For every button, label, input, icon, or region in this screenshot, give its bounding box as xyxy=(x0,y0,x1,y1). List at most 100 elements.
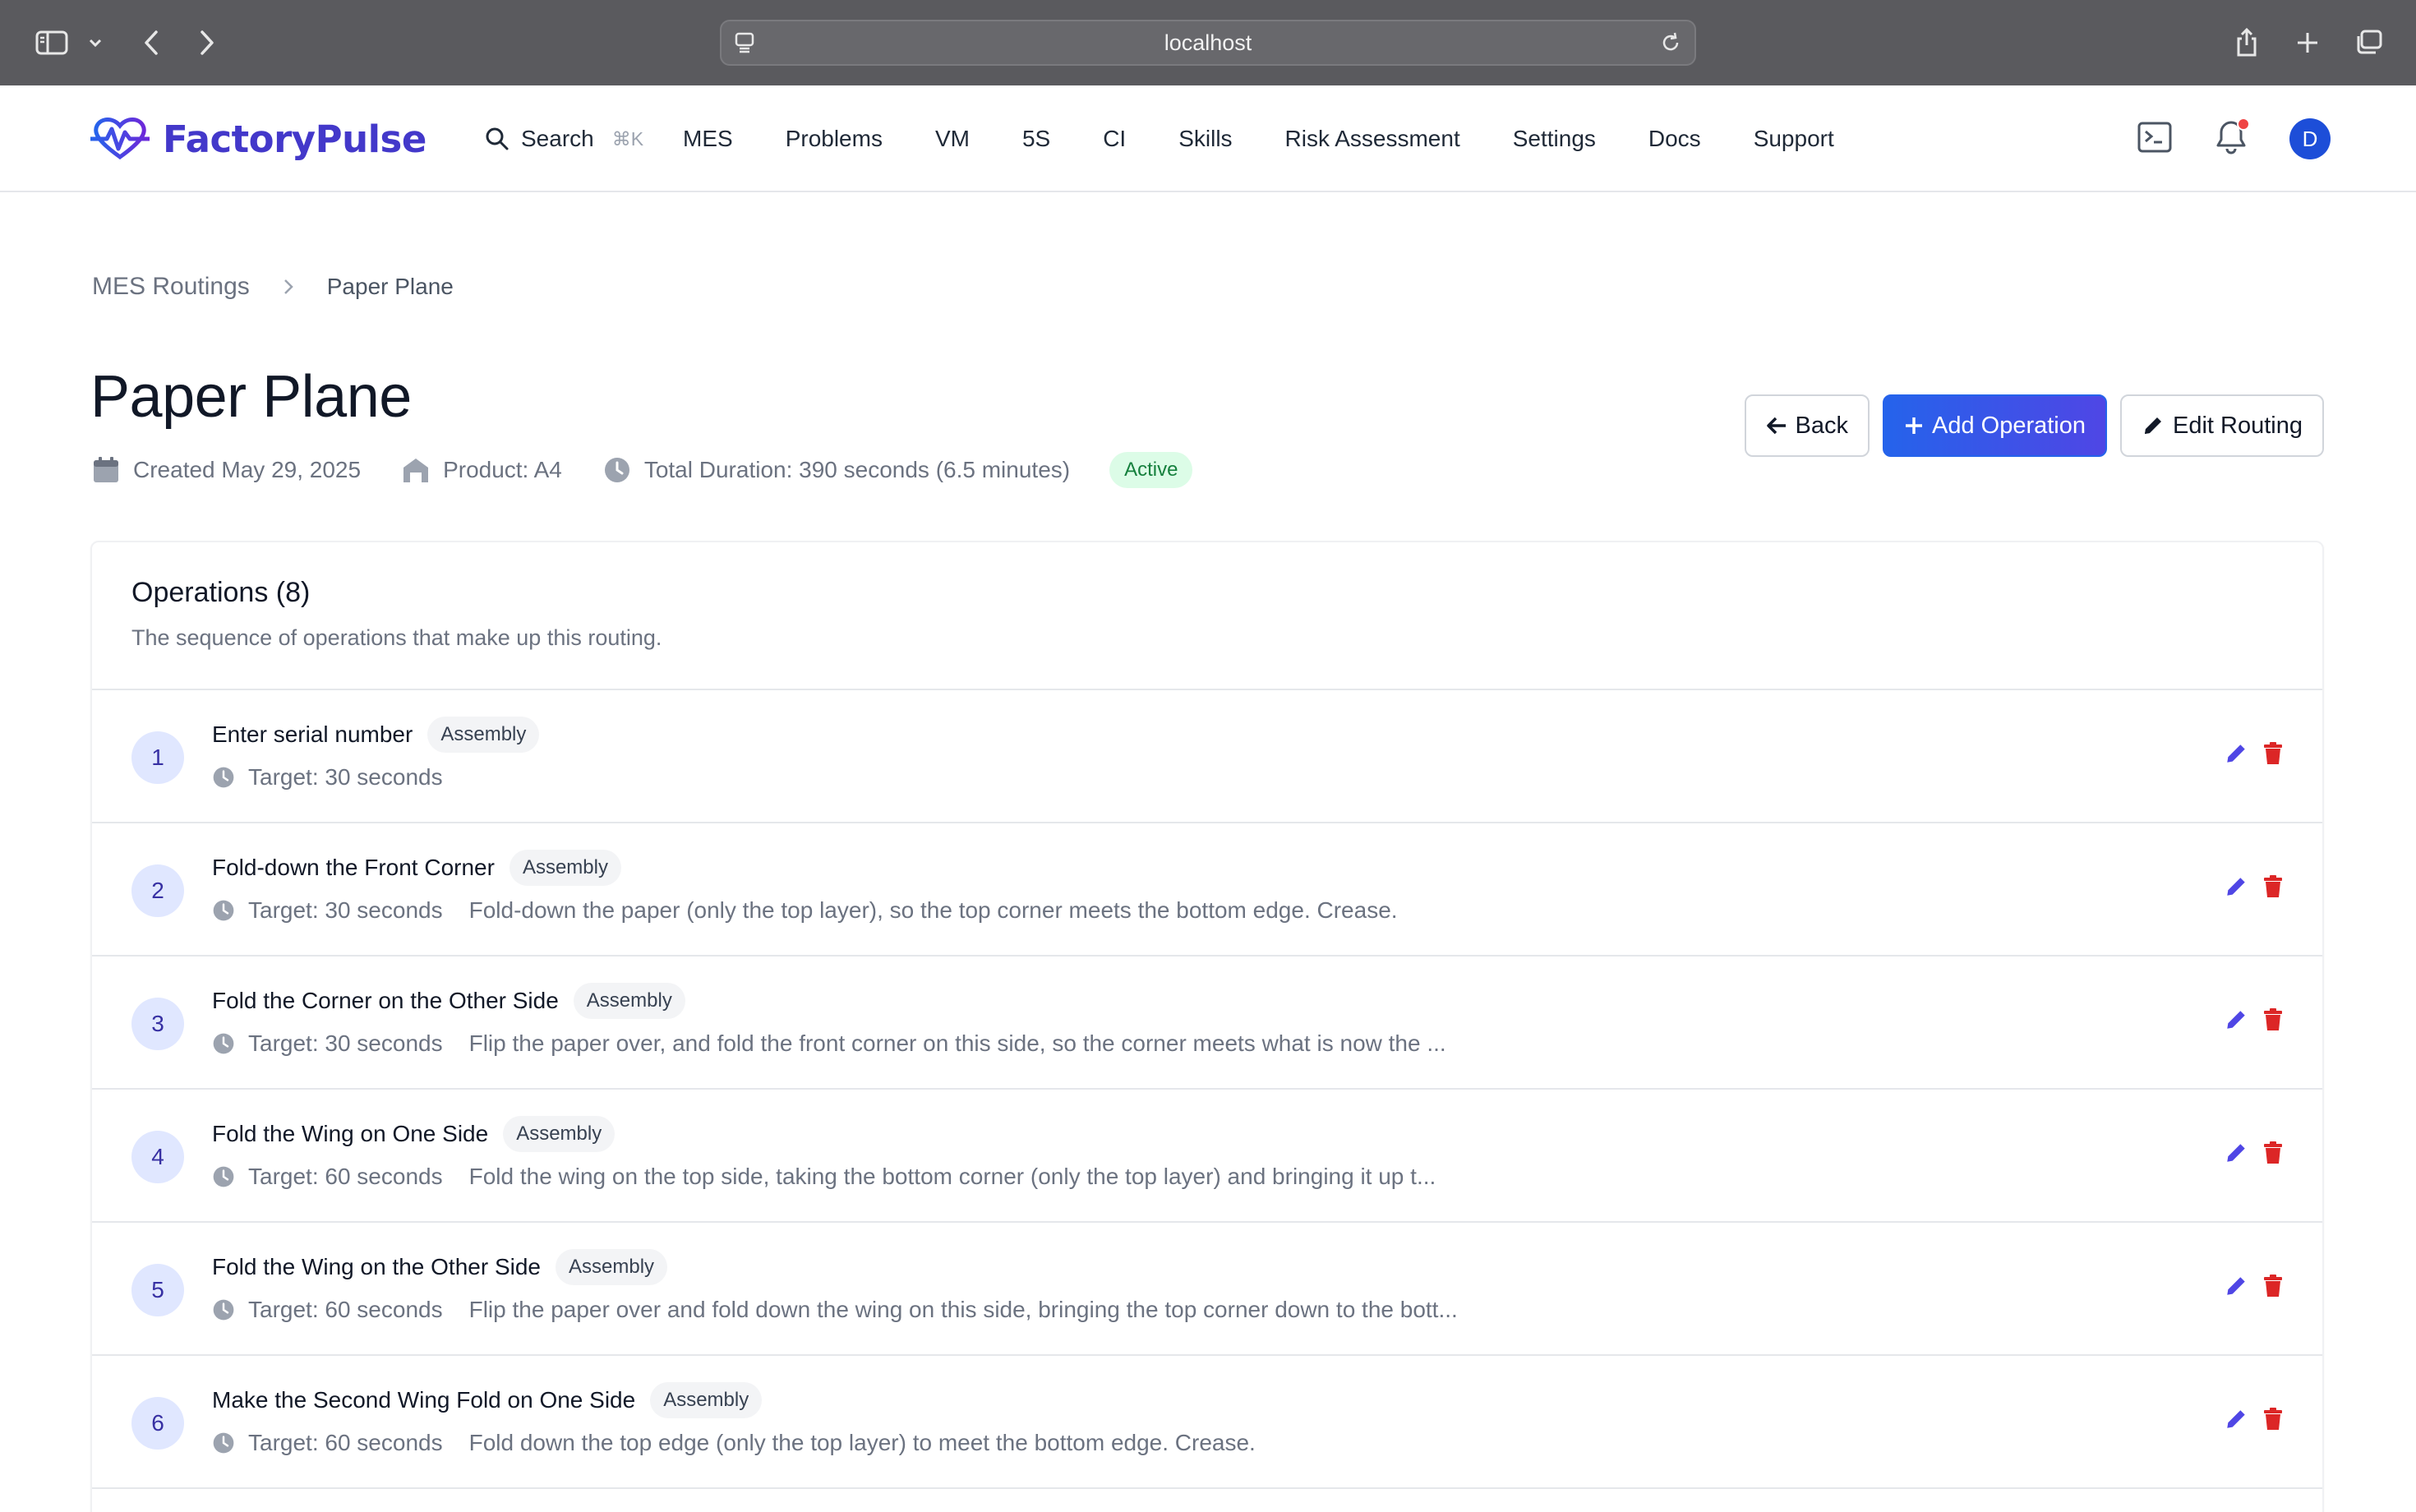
edit-operation-pencil-icon[interactable] xyxy=(2224,741,2248,770)
operation-type-badge: Assembly xyxy=(650,1382,763,1418)
calendar-icon xyxy=(94,457,118,482)
operation-row[interactable]: 3 Fold the Corner on the Other Side Asse… xyxy=(92,957,2322,1090)
operation-row[interactable]: 2 Fold-down the Front Corner Assembly Ta… xyxy=(92,823,2322,957)
nav-item-settings[interactable]: Settings xyxy=(1513,126,1596,152)
nav-item-vm[interactable]: VM xyxy=(935,126,970,152)
edit-operation-pencil-icon[interactable] xyxy=(2224,1007,2248,1036)
delete-operation-trash-icon[interactable] xyxy=(2262,874,2285,903)
back-arrow-icon[interactable] xyxy=(138,21,164,64)
operation-type-badge: Assembly xyxy=(503,1116,616,1152)
terminal-icon[interactable] xyxy=(2137,121,2173,158)
notifications-button[interactable] xyxy=(2214,117,2250,159)
pencil-icon xyxy=(2145,417,2161,434)
nav-item-ci[interactable]: CI xyxy=(1103,126,1126,152)
operation-target: Target: 60 seconds xyxy=(248,1164,443,1189)
clock-icon xyxy=(213,1299,234,1321)
edit-operation-pencil-icon[interactable] xyxy=(2224,1407,2248,1436)
total-duration: Total Duration: 390 seconds (6.5 minutes… xyxy=(643,457,1071,482)
operation-target: Target: 60 seconds xyxy=(248,1297,443,1322)
search-button[interactable]: Search ⌘K xyxy=(485,118,643,159)
url-text: localhost xyxy=(1164,30,1252,55)
search-icon xyxy=(486,127,509,150)
edit-operation-pencil-icon[interactable] xyxy=(2224,1274,2248,1302)
clock-icon xyxy=(604,458,629,482)
breadcrumb-current: Paper Plane xyxy=(326,274,454,299)
edit-operation-pencil-icon[interactable] xyxy=(2224,874,2248,903)
brand-logo[interactable]: FactoryPulse xyxy=(89,110,426,168)
breadcrumb-mes-routings[interactable]: MES Routings xyxy=(92,273,250,301)
operation-type-badge: Assembly xyxy=(556,1249,668,1285)
routing-meta: Created May 29, 2025 Product: A4 Total D… xyxy=(92,450,1193,490)
operation-row[interactable]: 1 Enter serial number Assembly Target: 3… xyxy=(92,690,2322,823)
breadcrumb: MES Routings Paper Plane xyxy=(92,273,454,301)
search-label: Search xyxy=(521,126,594,151)
operation-target: Target: 30 seconds xyxy=(248,897,443,923)
operations-subtitle: The sequence of operations that make up … xyxy=(131,625,662,650)
operation-number: 6 xyxy=(131,1397,184,1450)
chevron-down-icon[interactable] xyxy=(85,21,105,64)
operation-number: 1 xyxy=(131,731,184,784)
delete-operation-trash-icon[interactable] xyxy=(2262,741,2285,770)
delete-operation-trash-icon[interactable] xyxy=(2262,1274,2285,1302)
forward-arrow-icon[interactable] xyxy=(194,21,220,64)
operation-name: Fold the Wing on One Side xyxy=(212,1121,489,1146)
search-shortcut: ⌘K xyxy=(611,127,644,150)
nav-item-docs[interactable]: Docs xyxy=(1648,126,1701,152)
nav-item-skills[interactable]: Skills xyxy=(1178,126,1232,152)
add-operation-label: Add Operation xyxy=(1931,412,2086,439)
status-badge: Active xyxy=(1109,452,1193,488)
clock-icon xyxy=(213,767,234,788)
delete-operation-trash-icon[interactable] xyxy=(2262,1141,2285,1169)
page-actions: Back Add Operation Edit Routing xyxy=(1744,394,2324,457)
header-actions: D xyxy=(2137,116,2331,162)
operation-description: Fold down the top edge (only the top lay… xyxy=(468,1430,1256,1455)
operation-type-badge: Assembly xyxy=(427,717,540,753)
product-meta: Product: A4 xyxy=(402,456,562,484)
tab-overview-icon[interactable] xyxy=(2352,21,2385,64)
operation-description: Flip the paper over, and fold the front … xyxy=(468,1030,1446,1056)
reload-icon[interactable] xyxy=(1658,30,1683,55)
operations-title: Operations (8) xyxy=(131,577,311,608)
duration-meta: Total Duration: 390 seconds (6.5 minutes… xyxy=(603,456,1070,484)
nav-item-mes[interactable]: MES xyxy=(683,126,733,152)
warehouse-icon xyxy=(403,459,429,482)
pulse-logo-icon xyxy=(90,118,150,160)
clock-icon xyxy=(213,1166,234,1187)
plus-icon xyxy=(1905,417,1922,434)
product-label: Product: A4 xyxy=(443,457,562,482)
new-tab-icon[interactable] xyxy=(2293,21,2322,64)
sidebar-toggle-icon[interactable] xyxy=(33,21,71,64)
operations-card: Operations (8) The sequence of operation… xyxy=(90,541,2324,1512)
edit-routing-button[interactable]: Edit Routing xyxy=(2120,394,2324,457)
operation-name: Enter serial number xyxy=(212,721,413,747)
edit-operation-pencil-icon[interactable] xyxy=(2224,1141,2248,1169)
operation-target: Target: 60 seconds xyxy=(248,1430,443,1455)
page-title: Paper Plane xyxy=(90,364,412,430)
operation-description: Fold the wing on the top side, taking th… xyxy=(468,1164,1436,1189)
operation-number: 5 xyxy=(131,1264,184,1316)
operation-row[interactable]: 5 Fold the Wing on the Other Side Assemb… xyxy=(92,1223,2322,1356)
delete-operation-trash-icon[interactable] xyxy=(2262,1407,2285,1436)
clock-icon xyxy=(213,1033,234,1054)
share-icon[interactable] xyxy=(2232,21,2262,64)
nav-item-problems[interactable]: Problems xyxy=(786,126,883,152)
edit-routing-label: Edit Routing xyxy=(2173,412,2303,439)
operation-target: Target: 30 seconds xyxy=(248,1030,443,1056)
avatar[interactable]: D xyxy=(2289,118,2331,159)
operation-description: Flip the paper over and fold down the wi… xyxy=(468,1297,1458,1322)
delete-operation-trash-icon[interactable] xyxy=(2262,1007,2285,1036)
operation-target: Target: 30 seconds xyxy=(248,764,443,790)
operation-description: Fold-down the paper (only the top layer)… xyxy=(468,897,1398,923)
chevron-right-icon xyxy=(284,279,293,294)
operation-type-badge: Assembly xyxy=(573,983,685,1019)
operation-row[interactable]: 6 Make the Second Wing Fold on One Side … xyxy=(92,1356,2322,1489)
nav-item-5s[interactable]: 5S xyxy=(1022,126,1050,152)
app-header: FactoryPulse Search ⌘K MES Problems VM 5… xyxy=(0,85,2416,192)
add-operation-button[interactable]: Add Operation xyxy=(1882,394,2107,457)
nav-item-risk-assessment[interactable]: Risk Assessment xyxy=(1285,126,1460,152)
back-button[interactable]: Back xyxy=(1744,394,1870,457)
operation-number: 3 xyxy=(131,998,184,1050)
operation-row[interactable]: 4 Fold the Wing on One Side Assembly Tar… xyxy=(92,1090,2322,1223)
address-bar[interactable]: localhost xyxy=(720,20,1696,66)
nav-item-support[interactable]: Support xyxy=(1754,126,1834,152)
